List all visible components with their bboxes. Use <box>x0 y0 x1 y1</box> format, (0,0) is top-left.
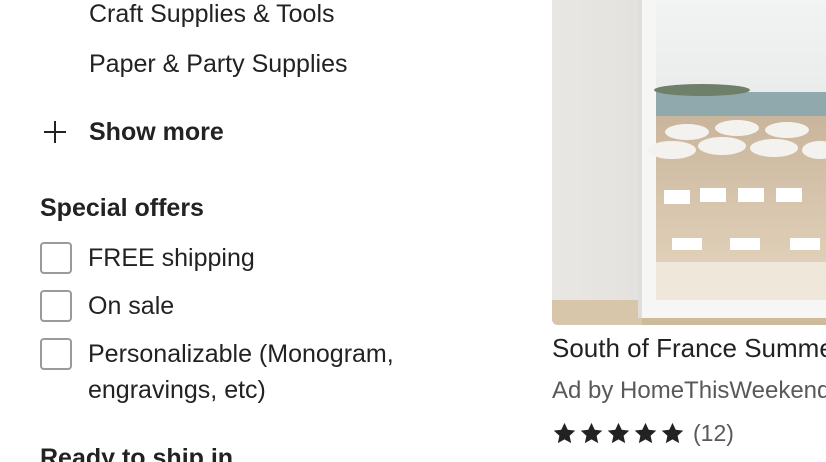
star-icon <box>580 422 603 443</box>
review-count: (12) <box>693 419 734 446</box>
free-shipping-label: FREE shipping <box>88 244 255 272</box>
star-icon <box>607 422 630 443</box>
product-title[interactable]: South of France Summer <box>552 333 826 364</box>
product-image[interactable] <box>552 0 826 325</box>
star-icon <box>634 422 657 443</box>
star-icon <box>553 422 576 443</box>
show-more-button[interactable]: Show more <box>40 113 224 151</box>
on-sale-checkbox[interactable] <box>40 290 72 322</box>
show-more-label: Show more <box>89 117 224 146</box>
product-rating: (12) <box>552 416 734 450</box>
star-icon <box>661 422 684 443</box>
category-craft-supplies[interactable]: Craft Supplies & Tools <box>89 0 335 29</box>
on-sale-label: On sale <box>88 292 175 320</box>
star-rating <box>552 421 685 446</box>
plus-icon <box>40 117 70 147</box>
free-shipping-checkbox[interactable] <box>40 242 72 274</box>
search-results-page: Craft Supplies & Tools Paper & Party Sup… <box>0 0 826 462</box>
category-paper-party-supplies[interactable]: Paper & Party Supplies <box>89 50 347 79</box>
personalizable-option[interactable]: Personalizable (Monogram, engravings, et… <box>40 338 448 408</box>
on-sale-option[interactable]: On sale <box>40 290 448 324</box>
special-offers-heading: Special offers <box>40 194 204 222</box>
ready-to-ship-heading: Ready to ship in <box>40 444 234 462</box>
personalizable-label: Personalizable (Monogram, engravings, et… <box>88 340 394 404</box>
free-shipping-option[interactable]: FREE shipping <box>40 242 448 276</box>
ad-by-shop: Ad by HomeThisWeekend <box>552 377 826 404</box>
personalizable-checkbox[interactable] <box>40 338 72 370</box>
